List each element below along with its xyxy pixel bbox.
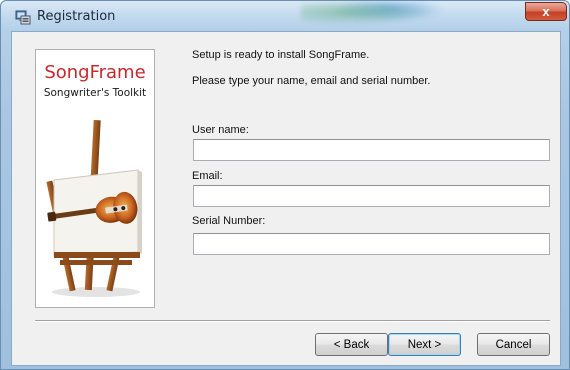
serial-number-input[interactable] — [193, 233, 550, 255]
ready-message: Setup is ready to install SongFrame. — [192, 49, 370, 61]
close-button[interactable]: x — [525, 2, 567, 21]
window-title: Registration — [37, 9, 116, 24]
title-bar-background-glow — [301, 1, 461, 29]
easel-guitar-illustration — [46, 120, 142, 297]
username-label: User name: — [192, 124, 249, 136]
title-bar[interactable]: Registration x — [1, 1, 569, 31]
brand-tagline: Songwriter's Toolkit — [43, 87, 147, 99]
username-input[interactable] — [193, 139, 550, 161]
brand-name: SongFrame — [44, 62, 146, 83]
cancel-button[interactable]: Cancel — [477, 333, 550, 356]
dialog-body: SongFrame Songwriter's Toolkit Setup is … — [11, 31, 561, 366]
email-label: Email: — [192, 170, 223, 182]
brand-panel: SongFrame Songwriter's Toolkit — [35, 49, 155, 308]
instruction-message: Please type your name, email and serial … — [192, 75, 431, 87]
back-button[interactable]: < Back — [315, 333, 388, 356]
close-x-icon: x — [542, 4, 550, 19]
serial-number-label: Serial Number: — [192, 215, 266, 227]
installer-computer-icon — [15, 10, 31, 25]
button-separator — [35, 320, 550, 322]
registration-window: Registration x SongFrame Songwriter's To… — [0, 0, 570, 370]
email-input[interactable] — [193, 185, 550, 207]
next-button[interactable]: Next > — [388, 333, 461, 356]
